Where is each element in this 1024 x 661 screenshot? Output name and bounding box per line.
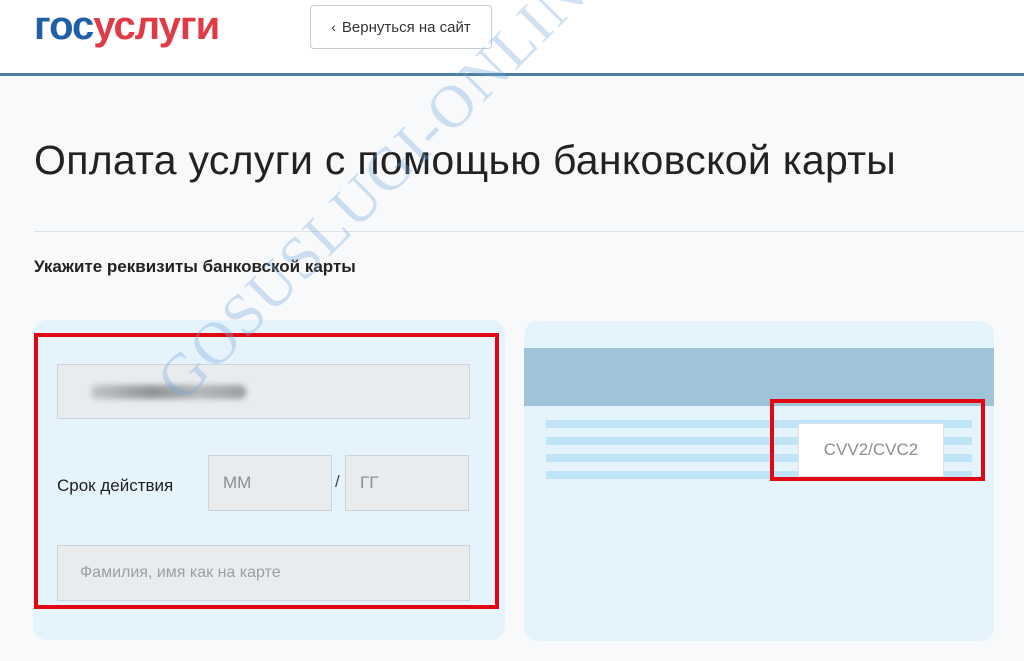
back-to-site-label: Вернуться на сайт bbox=[341, 18, 471, 36]
logo-text-part1: гос bbox=[34, 4, 94, 48]
chevron-left-icon: ‹ bbox=[331, 19, 336, 35]
card-back-panel bbox=[524, 321, 994, 641]
cvv-highlight bbox=[770, 399, 985, 481]
section-label: Укажите реквизиты банковской карты bbox=[34, 257, 356, 276]
gosuslugi-logo[interactable]: госуслуги bbox=[34, 4, 220, 49]
logo-text-part2: услуги bbox=[93, 4, 220, 48]
back-to-site-button[interactable]: ‹ Вернуться на сайт bbox=[310, 5, 492, 49]
magnetic-stripe bbox=[524, 348, 994, 406]
page-title: Оплата услуги с помощью банковской карты bbox=[34, 137, 897, 183]
title-divider bbox=[34, 231, 1024, 232]
site-header: госуслуги ‹ Вернуться на сайт bbox=[0, 0, 1024, 76]
front-fields-highlight bbox=[34, 333, 499, 609]
